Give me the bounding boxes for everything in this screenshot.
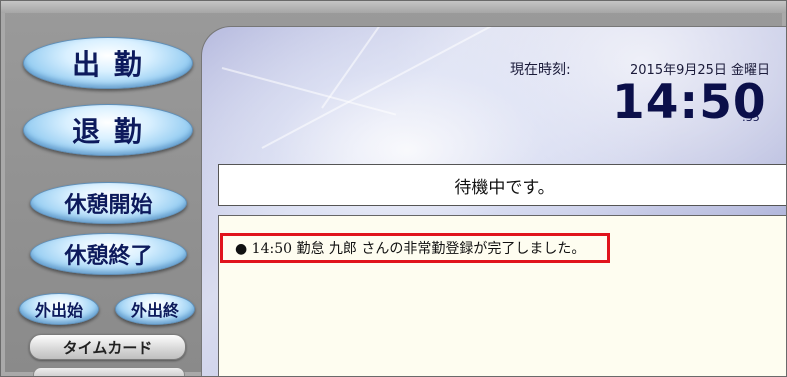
partially-visible-button[interactable]	[33, 367, 185, 376]
current-seconds: :35	[742, 111, 760, 124]
clock-in-button[interactable]: 出 勤	[23, 37, 193, 89]
current-time-label: 現在時刻:	[510, 62, 571, 78]
main-panel: 現在時刻: 2015年9月25日 金曜日 14:50 :35 待機中です。 ● …	[201, 26, 786, 376]
go-out-start-button[interactable]: 外出始	[19, 293, 99, 325]
break-end-button[interactable]: 休憩終了	[30, 233, 187, 275]
background-streak	[321, 27, 438, 109]
clock-out-button[interactable]: 退 勤	[23, 104, 193, 156]
timecard-button[interactable]: タイムカード	[29, 334, 186, 360]
log-entry: ● 14:50 勤怠 九郎 さんの非常勤登録が完了しました。	[220, 233, 610, 263]
app-window: 出 勤 退 勤 休憩開始 休憩終了 外出始 外出終 タイムカード 現在時刻: 2…	[0, 0, 787, 377]
window-top-bar	[1, 1, 786, 13]
go-out-end-button[interactable]: 外出終	[115, 293, 195, 325]
status-message: 待機中です。	[218, 164, 786, 206]
break-start-button[interactable]: 休憩開始	[30, 182, 187, 224]
